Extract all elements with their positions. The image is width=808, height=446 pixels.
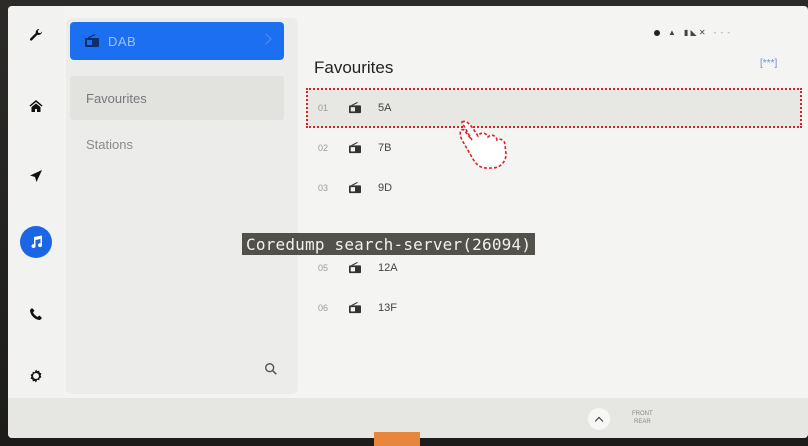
chevron-up-icon: [594, 416, 604, 425]
status-bar: ▲ ▮ ◣ ✕ - - -: [654, 28, 731, 37]
radio-icon: [85, 34, 99, 47]
music-icon[interactable]: [18, 224, 54, 260]
favourite-row[interactable]: 02 7B: [308, 130, 800, 166]
menu-item-stations[interactable]: Stations: [70, 122, 284, 166]
favourite-number: 06: [318, 303, 329, 313]
source-selector[interactable]: DAB: [70, 22, 284, 60]
front-rear-toggle[interactable]: FRONT REAR: [632, 410, 653, 426]
chevron-down-icon: [260, 33, 272, 45]
coredump-overlay: Coredump search-server(26094): [242, 233, 536, 255]
favourite-row[interactable]: 01 5A: [306, 88, 802, 128]
profile-icon: ▲: [668, 28, 676, 37]
favourite-name: 13F: [378, 302, 397, 314]
music-active-disc: [20, 226, 52, 258]
favourite-name: 7B: [378, 142, 392, 154]
source-panel: DAB Favourites Stations: [66, 18, 298, 394]
radio-icon: [344, 137, 366, 159]
page-title: Favourites: [314, 58, 394, 77]
search-icon[interactable]: [264, 362, 282, 380]
favourite-number: 01: [318, 103, 329, 113]
favourite-name: 5A: [378, 102, 392, 114]
radio-icon: [344, 177, 366, 199]
left-rail: [8, 6, 64, 398]
signal-icon: ▮ ◣ ✕: [683, 28, 706, 37]
navigation-icon[interactable]: [18, 158, 54, 194]
settings-icon[interactable]: [18, 358, 54, 394]
infotainment-screen: DAB Favourites Stations ▲ ▮ ◣ ✕ - - - Fa…: [8, 6, 808, 438]
source-label: DAB: [108, 33, 137, 49]
menu-item-favourites[interactable]: Favourites: [70, 76, 284, 120]
favourite-row[interactable]: 03 9D: [308, 170, 800, 206]
favourite-name: 12A: [378, 262, 398, 274]
home-icon[interactable]: [18, 88, 54, 124]
rear-label: REAR: [634, 419, 651, 425]
radio-icon: [344, 97, 366, 119]
phone-icon[interactable]: [18, 296, 54, 332]
orange-handle: [374, 432, 420, 446]
wrench-icon[interactable]: [18, 18, 54, 54]
favourite-row[interactable]: 06 13F: [308, 290, 800, 326]
favourite-number: 02: [318, 143, 329, 153]
radio-icon: [344, 297, 366, 319]
status-placeholder: - - -: [713, 28, 732, 37]
expand-up-button[interactable]: [588, 408, 610, 430]
radio-icon: [344, 257, 366, 279]
record-indicator-icon: [654, 29, 660, 36]
favourite-name: 9D: [378, 182, 393, 194]
overlay-text: Coredump search-server(26094): [246, 234, 532, 254]
favourite-number: 05: [318, 263, 329, 273]
front-label: FRONT: [632, 411, 653, 417]
more-options-button[interactable]: [***]: [760, 58, 777, 69]
favourite-row[interactable]: 05 12A: [308, 250, 800, 286]
hand-pointer-icon: [459, 120, 507, 169]
favourite-number: 03: [318, 183, 329, 193]
